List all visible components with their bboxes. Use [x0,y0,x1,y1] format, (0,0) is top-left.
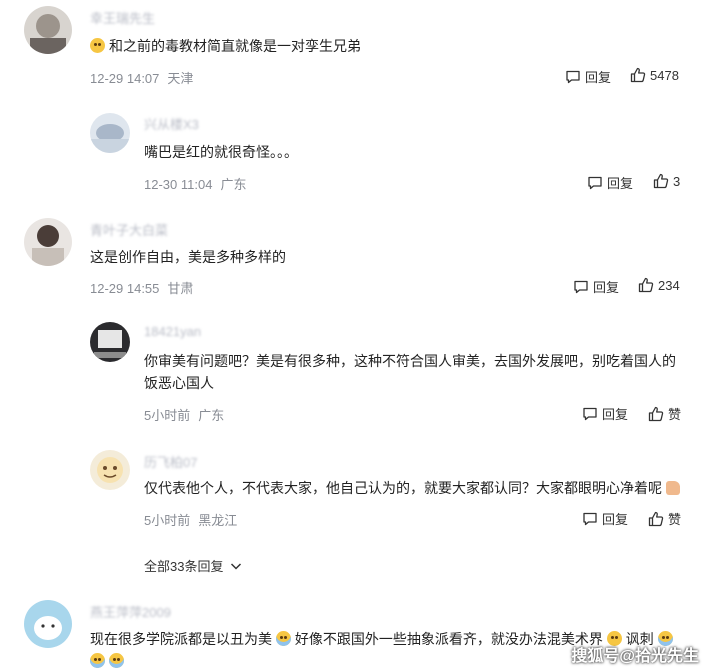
like-button[interactable]: 3 [653,173,680,189]
reply-icon [566,70,580,83]
reply-meta: 12-30 11:04 广东 [144,174,246,193]
avatar[interactable] [90,450,130,490]
reply-location: 广东 [198,408,225,423]
comment-location: 甘肃 [167,281,194,296]
reply-icon [583,512,597,525]
like-button[interactable]: 赞 [648,509,681,528]
comment-text: 这是创作自由，美是多种多样的 [90,249,286,265]
sweat-emoji-icon [275,631,291,646]
reply-location: 广东 [220,177,247,192]
reply-text: 仅代表他个人，不代表大家，他自己认为的，就要大家都认同？大家都眼明心净着呢 [144,477,680,499]
reply-icon [574,280,588,293]
like-count: 3 [673,173,681,189]
username[interactable]: 历飞柏07 [144,452,197,471]
username[interactable]: 18421yan [144,324,201,339]
comment-meta: 12-29 14:07 天津 [90,68,193,87]
reply-button[interactable]: 回复 [573,277,619,296]
reply-label: 回复 [593,280,620,295]
username[interactable]: 青叶子大白菜 [90,220,168,239]
avatar[interactable] [24,6,72,54]
like-button[interactable]: 赞 [648,404,681,423]
thumb-up-icon [648,511,664,526]
thumb-up-icon [638,277,654,293]
comment-text: 和之前的毒教材简直就像是一对孪生兄弟 [90,35,361,57]
sweat-emoji-icon [109,653,124,668]
thumb-up-icon [648,406,664,421]
thumb-up-icon [630,67,646,83]
thumb-emoji-icon [666,481,680,495]
reply-time: 12-30 11:04 [144,177,213,192]
thumb-up-icon [653,173,669,189]
reply-time: 5小时前 [144,408,191,423]
avatar[interactable] [90,322,130,362]
reply-location: 黑龙江 [198,513,238,528]
reply-button[interactable]: 回复 [582,509,628,528]
username[interactable]: 幸王瑞先生 [90,8,155,27]
username[interactable]: 兴从楼X3 [144,114,199,133]
avatar[interactable] [90,113,130,153]
expand-replies-button[interactable]: 全部33条回复 [144,556,243,575]
like-count: 5478 [650,67,679,83]
like-button[interactable]: 234 [638,277,680,293]
comment-time: 12-29 14:07 [90,71,160,86]
reply-button[interactable]: 回复 [565,67,611,86]
comment-time: 12-29 14:55 [90,281,160,296]
watermark: 搜狐号@拾光先生 [571,648,699,665]
expand-replies-label: 全部33条回复 [144,559,224,574]
laugh-emoji-icon [90,38,105,53]
reply-label: 回复 [585,70,612,85]
reply-button[interactable]: 回复 [587,173,633,192]
reply-icon [588,176,602,189]
reply-label: 回复 [607,176,634,191]
like-label: 赞 [668,512,682,527]
reply-meta: 5小时前 广东 [144,405,224,424]
avatar[interactable] [24,218,72,266]
username[interactable]: 燕王萍萍2009 [90,602,171,621]
sweat-emoji-icon [90,653,105,668]
reply-label: 回复 [602,407,629,422]
like-count: 234 [658,277,680,293]
comment-location: 天津 [167,71,194,86]
reply-button[interactable]: 回复 [582,404,628,423]
reply-text: 嘴巴是红的就很奇怪。。。 [144,144,298,160]
reply-meta: 5小时前 黑龙江 [144,510,237,529]
chevron-down-icon [231,562,242,570]
comment-meta: 12-29 14:55 甘肃 [90,278,193,297]
like-button[interactable]: 5478 [630,67,679,83]
reply-time: 5小时前 [144,513,191,528]
reply-label: 回复 [602,512,629,527]
reply-icon [583,407,597,420]
reply-text: 你审美有问题吧？美是有很多种，这种不符合国人审美，去国外发展吧，别吃着国人的饭恶… [144,353,676,391]
avatar[interactable] [24,600,72,648]
like-label: 赞 [668,407,682,422]
